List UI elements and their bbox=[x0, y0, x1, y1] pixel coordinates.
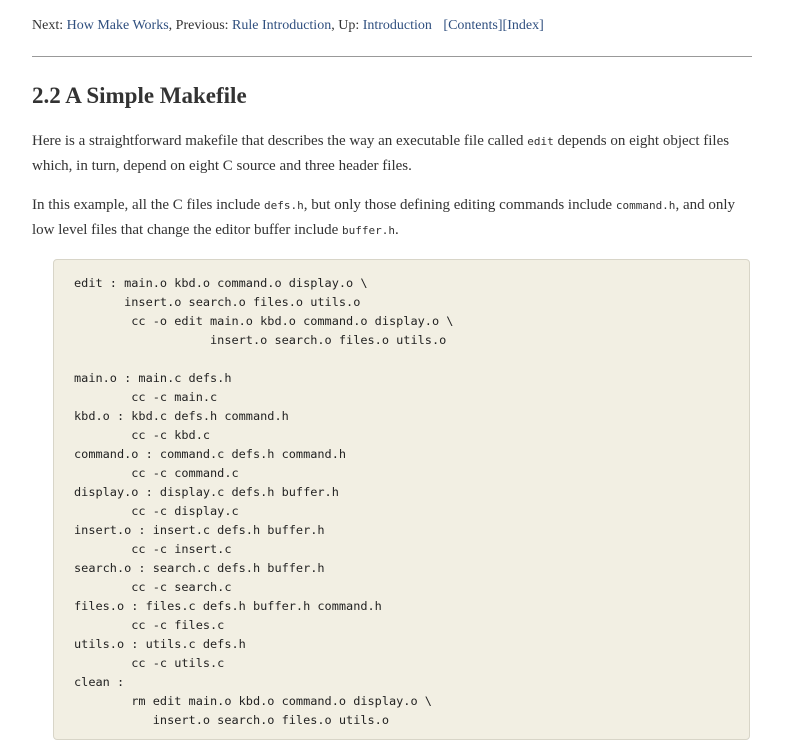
intro-paragraph: Here is a straightforward makefile that … bbox=[32, 129, 752, 178]
text: Here is a straightforward makefile that … bbox=[32, 133, 528, 149]
inline-code: edit bbox=[527, 135, 554, 148]
includes-paragraph: In this example, all the C files include… bbox=[32, 193, 752, 243]
inline-code: buffer.h bbox=[342, 224, 396, 237]
inline-code: command.h bbox=[615, 199, 676, 212]
inline-code: defs.h bbox=[264, 199, 304, 212]
section-heading: 2.2 A Simple Makefile bbox=[32, 83, 247, 108]
contents-link[interactable]: [Contents] bbox=[443, 18, 502, 33]
text: . bbox=[395, 222, 399, 238]
makefile-code: edit : main.o kbd.o command.o display.o … bbox=[74, 276, 454, 727]
next-label: Next: bbox=[32, 18, 67, 33]
divider bbox=[32, 56, 752, 57]
next-link[interactable]: How Make Works bbox=[67, 18, 169, 33]
up-label: , Up: bbox=[331, 18, 363, 33]
makefile-example-block: edit : main.o kbd.o command.o display.o … bbox=[53, 259, 750, 740]
text: , but only those defining editing comman… bbox=[303, 197, 616, 213]
previous-label: , Previous: bbox=[168, 18, 233, 33]
text: In this example, all the C files include bbox=[32, 197, 265, 213]
index-link[interactable]: [Index] bbox=[503, 18, 544, 33]
node-navigation: Next: How Make Works, Previous: Rule Int… bbox=[32, 17, 544, 35]
up-link[interactable]: Introduction bbox=[363, 18, 432, 33]
previous-link[interactable]: Rule Introduction bbox=[232, 18, 331, 33]
